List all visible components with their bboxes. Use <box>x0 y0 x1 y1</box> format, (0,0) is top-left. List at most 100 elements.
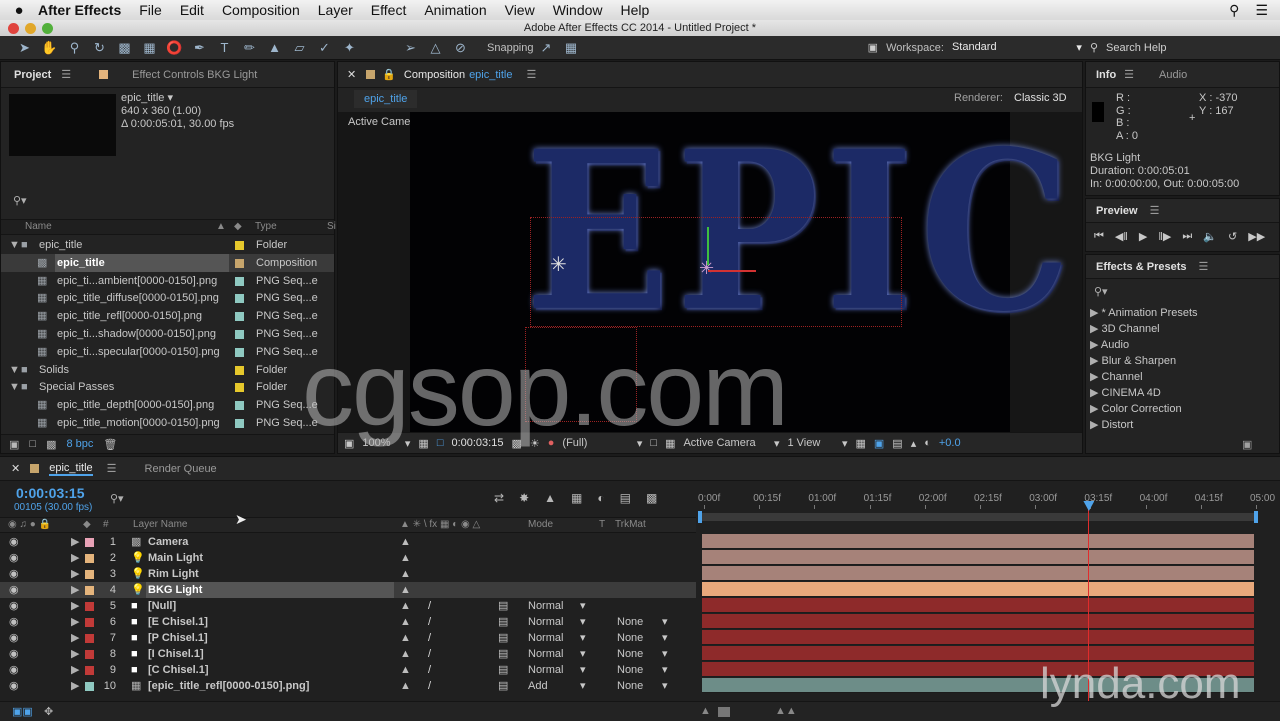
tab-timeline-comp[interactable]: epic_title <box>49 462 93 476</box>
layer-label-swatch[interactable] <box>85 602 94 611</box>
work-area-end[interactable] <box>1254 511 1258 523</box>
view-axis-icon[interactable]: ⊘ <box>448 40 473 56</box>
layer-duration-bar[interactable] <box>702 598 1254 613</box>
pen-tool-icon[interactable]: ✒ <box>187 40 212 56</box>
layer-duration-bar[interactable] <box>702 614 1254 629</box>
shy-switch-icon[interactable]: ▲ <box>400 662 411 678</box>
effects-category[interactable]: ▶ Audio <box>1090 337 1129 353</box>
toggle-pixel-aspect-icon[interactable]: ▦ <box>855 437 865 450</box>
light-gizmo-icon[interactable]: ✳ <box>550 252 567 277</box>
graph-editor-icon[interactable]: ▤ <box>620 491 631 505</box>
new-folder-icon[interactable]: □ <box>29 438 36 450</box>
type-tool-icon[interactable]: T <box>212 40 237 55</box>
panel-menu-icon[interactable]: ☰ <box>1199 260 1209 273</box>
loop-icon[interactable]: ↺ <box>1228 230 1237 243</box>
new-composition-icon[interactable]: ▩ <box>46 438 56 451</box>
menu-view[interactable]: View <box>505 2 535 18</box>
panel-menu-icon[interactable]: ☰ <box>1124 68 1134 81</box>
menu-effect[interactable]: Effect <box>371 2 407 18</box>
layer-duration-bar[interactable] <box>702 550 1254 565</box>
track-matte-select[interactable]: None ▾ <box>617 678 673 694</box>
snapping-icon[interactable]: ↗ <box>534 40 559 56</box>
interpret-footage-icon[interactable]: ▣ <box>9 438 19 451</box>
shy-switch-icon[interactable]: ▲ <box>400 582 411 598</box>
menu-file[interactable]: File <box>139 2 162 18</box>
x-axis-handle[interactable] <box>708 270 756 272</box>
new-bin-icon[interactable]: ▣ <box>1242 438 1252 451</box>
col-mode[interactable]: Mode <box>528 518 553 532</box>
tab-info[interactable]: Info <box>1096 69 1116 81</box>
last-frame-icon[interactable]: ⏭ <box>1182 230 1192 243</box>
layer-label-swatch[interactable] <box>85 570 94 579</box>
layer-label-swatch[interactable] <box>85 538 94 547</box>
project-item-row[interactable]: ▦ epic_ti...shadow[0000-0150].png PNG Se… <box>1 325 334 343</box>
visibility-eye-icon[interactable]: ◉ <box>9 534 19 550</box>
item-name[interactable]: epic_title ▾ <box>121 92 234 105</box>
project-search-icon[interactable]: ⚲▾ <box>13 194 27 207</box>
workspace-select[interactable]: Standard ▾ <box>952 41 1082 54</box>
blend-mode-select[interactable]: Add ▾ <box>528 678 588 694</box>
effects-category[interactable]: ▶ CINEMA 4D <box>1090 385 1161 401</box>
clone-stamp-tool-icon[interactable]: ▲ <box>262 40 287 55</box>
label-color-swatch[interactable] <box>235 365 244 375</box>
spotlight-search-icon[interactable]: ⚲ <box>1229 2 1239 19</box>
col-size[interactable]: Si <box>327 220 336 234</box>
blend-mode-select[interactable]: Normal ▾ <box>528 614 588 630</box>
shy-switch-icon[interactable]: ▲ <box>400 598 411 614</box>
effects-category[interactable]: ▶ Channel <box>1090 369 1143 385</box>
effects-title[interactable]: Effects & Presets <box>1096 261 1187 273</box>
panel-menu-icon[interactable]: ☰ <box>61 68 71 81</box>
layer-duration-bar[interactable] <box>702 534 1254 549</box>
ram-preview-icon[interactable]: ▶▶ <box>1248 230 1265 243</box>
shy-switch-icon[interactable]: ▲ <box>400 614 411 630</box>
project-item-row[interactable]: ▦ epic_title_motion[0000-0150].png PNG S… <box>1 414 334 432</box>
label-color-swatch[interactable] <box>235 294 244 304</box>
3d-layer-switch-icon[interactable]: ▤ <box>498 662 508 678</box>
project-item-row[interactable]: ▦ epic_title_refl[0000-0150].png PNG Seq… <box>1 307 334 325</box>
expand-triangle-icon[interactable]: ▶ <box>71 550 79 566</box>
reset-exposure-icon[interactable]: ◐ <box>924 437 931 449</box>
expand-triangle-icon[interactable]: ▼ <box>9 361 20 379</box>
close-window-button[interactable] <box>8 23 19 34</box>
menu-window[interactable]: Window <box>553 2 603 18</box>
tab-project[interactable]: Project <box>14 69 51 81</box>
col-type[interactable]: Type <box>255 220 277 234</box>
effects-search-icon[interactable]: ⚲▾ <box>1094 285 1108 298</box>
lock-icon[interactable]: 🔒 <box>382 68 396 81</box>
layer-row[interactable]: ◉ ▶ 8 ■ [I Chisel.1] ▲ / ▤ Normal ▾ None … <box>0 646 696 662</box>
visibility-eye-icon[interactable]: ◉ <box>9 582 19 598</box>
menu-animation[interactable]: Animation <box>424 2 486 18</box>
rotate-tool-icon[interactable]: ↻ <box>87 40 112 56</box>
timeline-icon[interactable]: ▤ <box>892 437 902 450</box>
app-menu[interactable]: After Effects <box>38 2 121 18</box>
close-tab-icon[interactable]: ✕ <box>347 68 356 81</box>
effects-category[interactable]: ▶ Blur & Sharpen <box>1090 353 1176 369</box>
layer-label-swatch[interactable] <box>85 586 94 595</box>
ellipse-tool-icon[interactable]: ⭕ <box>162 40 187 56</box>
shy-switch-icon[interactable]: ▲ <box>400 646 411 662</box>
exposure-value[interactable]: +0.0 <box>939 437 961 449</box>
layer-label-swatch[interactable] <box>85 650 94 659</box>
close-tab-icon[interactable]: ✕ <box>11 462 20 475</box>
layer-row[interactable]: ◉ ▶ 1 ▩ Camera ▲ <box>0 534 696 550</box>
effects-category[interactable]: ▶ Distort <box>1090 417 1133 433</box>
visibility-eye-icon[interactable]: ◉ <box>9 614 19 630</box>
tab-audio[interactable]: Audio <box>1159 69 1187 81</box>
track-matte-select[interactable]: None ▾ <box>617 662 673 678</box>
blend-mode-select[interactable]: Normal ▾ <box>528 598 588 614</box>
layer-row[interactable]: ◉ ▶ 6 ■ [E Chisel.1] ▲ / ▤ Normal ▾ None … <box>0 614 696 630</box>
toggle-modes-icon[interactable]: ✥ <box>44 705 53 718</box>
layer-search-icon[interactable]: ⚲▾ <box>110 492 124 505</box>
label-color-swatch[interactable] <box>235 276 244 286</box>
label-color-swatch[interactable] <box>235 401 244 411</box>
blend-mode-select[interactable]: Normal ▾ <box>528 646 588 662</box>
expand-triangle-icon[interactable]: ▼ <box>9 378 20 396</box>
play-icon[interactable]: ▶ <box>1139 230 1147 243</box>
quality-switch-icon[interactable]: / <box>428 598 431 614</box>
project-item-row[interactable]: ▼ ■ Solids Folder <box>1 361 334 379</box>
bpc-button[interactable]: 8 bpc <box>66 438 93 450</box>
expand-triangle-icon[interactable]: ▶ <box>71 582 79 598</box>
preview-title[interactable]: Preview <box>1096 205 1138 217</box>
zoom-tool-icon[interactable]: ⚲ <box>62 40 87 56</box>
trash-icon[interactable]: 🗑 <box>103 438 117 451</box>
